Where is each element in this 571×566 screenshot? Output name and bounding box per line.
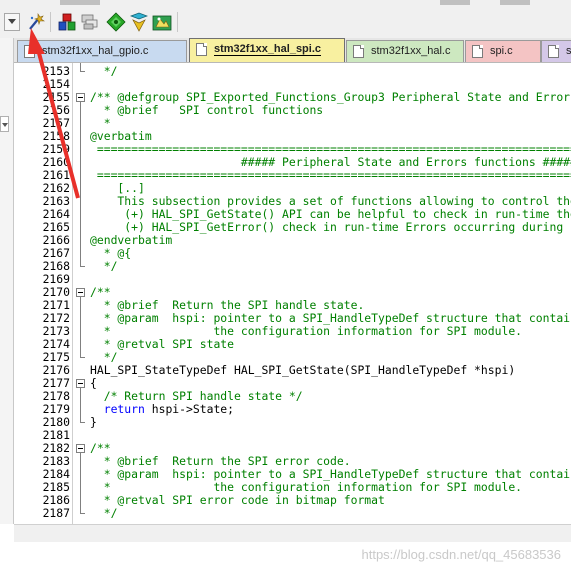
status-area: https://blog.csdn.net/qq_45683536	[0, 542, 571, 566]
code-line: 2187 */	[14, 507, 571, 520]
fold-toggle[interactable]	[76, 93, 85, 102]
toolbar-top-edge	[500, 0, 530, 5]
code-text: */	[90, 259, 118, 273]
code-text: * @retval SPI error code in bitmap forma…	[90, 493, 385, 507]
tab-label: stm32f1xx_hal.c	[371, 45, 451, 57]
file-icon	[196, 43, 207, 56]
fold-toggle[interactable]	[76, 379, 85, 388]
file-icon	[472, 45, 483, 58]
code-text: return hspi->State;	[103, 402, 235, 416]
toolbar-separator	[50, 12, 51, 32]
stack-icon[interactable]	[80, 12, 100, 32]
code-editor[interactable]: 2153 */2154 2155/** @defgroup SPI_Exporte…	[14, 62, 571, 525]
fold-end	[80, 513, 85, 514]
toolbar-top-edge	[440, 0, 470, 5]
code-line: 2168 */	[14, 260, 571, 273]
tab-hal-gpio[interactable]: stm32f1xx_hal_gpio.c	[17, 40, 187, 62]
code-text: ========================================…	[96, 168, 571, 182]
toolbar	[0, 0, 571, 39]
code-line: 2176 HAL_SPI_StateTypeDef HAL_SPI_GetStat…	[14, 364, 571, 377]
keyword: return	[103, 402, 145, 416]
code-text: */	[90, 506, 118, 520]
fold-end	[80, 422, 85, 423]
toolbar-dropdown[interactable]	[4, 13, 20, 31]
project-panel-edge	[0, 38, 14, 524]
tab-label: spi.c	[490, 45, 513, 57]
file-icon	[353, 45, 364, 58]
fold-toggle[interactable]	[76, 288, 85, 297]
tab-label: stm32f1xx_hal_gpio.c	[42, 45, 149, 57]
fold-end	[80, 357, 85, 358]
fold-end	[80, 266, 85, 267]
horizontal-scrollbar[interactable]	[14, 524, 571, 543]
code-text: * @brief SPI control functions	[90, 103, 324, 117]
fold-guide	[80, 388, 81, 423]
code-text: HAL_SPI_StateTypeDef HAL_SPI_GetState(SP…	[90, 363, 516, 377]
tab-hal[interactable]: stm32f1xx_hal.c	[346, 40, 464, 62]
tab-startup[interactable]: star	[541, 40, 571, 62]
tab-hal-spi[interactable]: stm32f1xx_hal_spi.c	[189, 38, 345, 62]
fold-guide	[80, 102, 81, 267]
code-line: 2179 return hspi->State;	[14, 403, 571, 416]
file-icon	[24, 45, 35, 58]
fold-end	[80, 71, 85, 72]
tab-label: star	[566, 45, 571, 57]
wand-icon[interactable]	[26, 12, 46, 32]
tab-spi[interactable]: spi.c	[465, 40, 541, 62]
fold-guide	[80, 297, 81, 358]
toolbar-separator	[177, 12, 178, 32]
line-number: 2187	[42, 506, 70, 520]
watermark: https://blog.csdn.net/qq_45683536	[361, 547, 562, 562]
tab-bar: stm32f1xx_hal_gpio.c stm32f1xx_hal.c spi…	[14, 38, 571, 62]
code-text: }	[90, 415, 97, 429]
build-target-icon[interactable]	[57, 12, 77, 32]
pack-icon[interactable]	[152, 12, 172, 32]
code-text: */	[90, 64, 118, 78]
tab-label: stm32f1xx_hal_spi.c	[214, 43, 322, 56]
options-icon[interactable]	[129, 12, 149, 32]
fold-toggle[interactable]	[76, 444, 85, 453]
code-line: 2180}	[14, 416, 571, 429]
file-icon	[548, 45, 559, 58]
diamond-icon[interactable]	[106, 12, 126, 32]
code-line: 2153 */	[14, 65, 571, 78]
toolbar-top-edge	[60, 0, 100, 5]
fold-guide	[80, 453, 81, 514]
fold-guide	[80, 63, 81, 71]
panel-dropdown[interactable]	[0, 116, 9, 132]
